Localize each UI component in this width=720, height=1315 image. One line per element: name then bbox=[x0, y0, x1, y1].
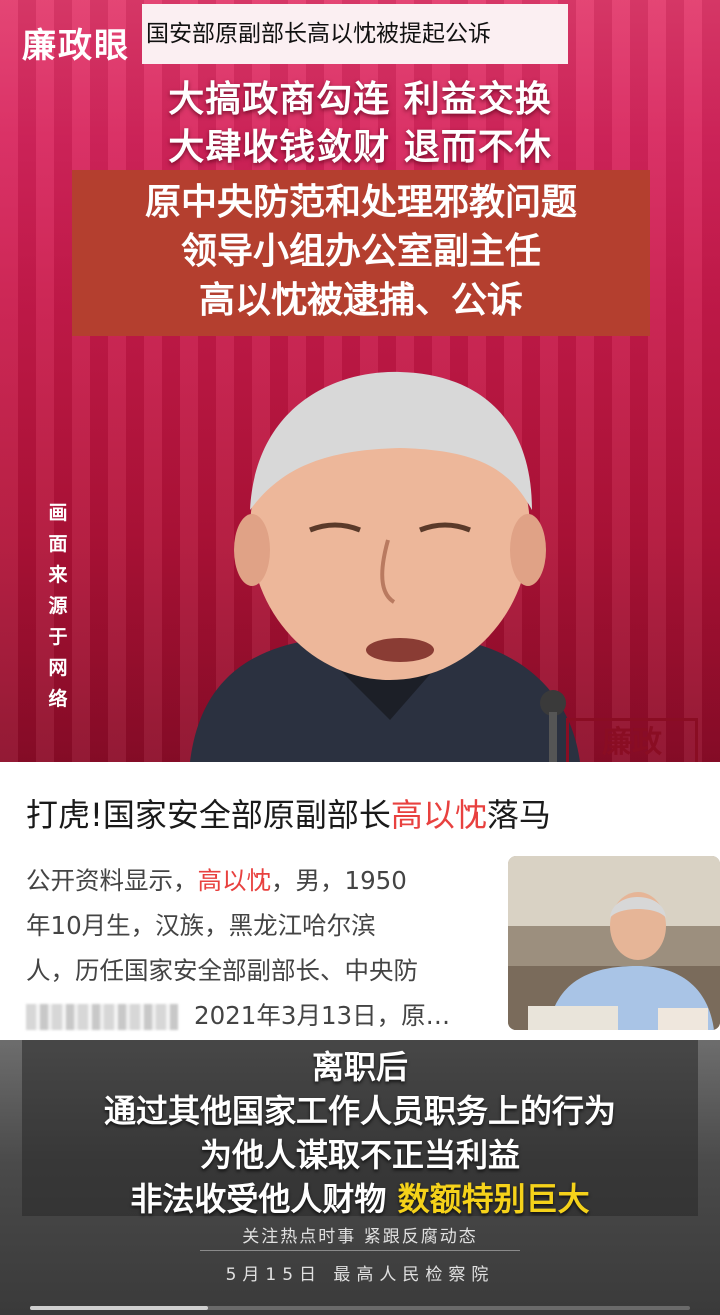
summary-text: ，男，1950 bbox=[271, 866, 407, 895]
headline-line-2: 大肆收钱敛财 退而不休 bbox=[168, 127, 552, 168]
source-note-char: 网 bbox=[48, 657, 68, 679]
tagline: 关注热点时事 紧跟反腐动态 bbox=[242, 1227, 478, 1247]
subtitle-line: 非法收受他人财物 数额特别巨大 bbox=[0, 1174, 720, 1220]
article-title-prefix: 打虎!国家安全部原副部长 bbox=[26, 796, 391, 834]
article-summary: 公开资料显示，高以忱，男，1950 年10月生，汉族，黑龙江哈尔滨 人，历任国家… bbox=[26, 858, 478, 1038]
dateline: 5月15日 最高人民检察院 bbox=[225, 1265, 495, 1285]
summary-text: 2021年3月13日，原… bbox=[194, 1001, 451, 1030]
top-video-frame[interactable]: 廉政眼 大搞政商勾连 利益交换 大肆收钱敛财 退而不休 原中央防范和处理邪教问题… bbox=[0, 0, 720, 762]
article-card[interactable]: 打虎!国家安全部原副部长高以忱落马 公开资料显示，高以忱，男，1950 年10月… bbox=[0, 762, 720, 1040]
article-title[interactable]: 打虎!国家安全部原副部长高以忱落马 bbox=[26, 790, 551, 836]
title-box-line: 原中央防范和处理邪教问题 bbox=[144, 182, 577, 223]
title-box: 原中央防范和处理邪教问题 领导小组办公室副主任 高以忱被逮捕、公诉 bbox=[72, 170, 650, 336]
summary-line: 2021年3月13日，原… bbox=[26, 993, 478, 1038]
video-progress-fill bbox=[30, 1306, 208, 1310]
subtitle-line: 为他人谋取不正当利益 bbox=[199, 1136, 520, 1174]
title-box-line: 领导小组办公室副主任 bbox=[180, 231, 541, 272]
article-thumbnail[interactable] bbox=[508, 856, 720, 1030]
source-note-char: 来 bbox=[48, 564, 68, 586]
subtitle-line: 通过其他国家工作人员职务上的行为 bbox=[103, 1092, 616, 1130]
subtitle-highlight: 数额特别巨大 bbox=[397, 1180, 590, 1218]
source-note-char: 络 bbox=[48, 688, 68, 710]
source-note-char: 画 bbox=[48, 502, 68, 524]
summary-highlight: 高以忱 bbox=[197, 866, 272, 895]
summary-line: 公开资料显示，高以忱，男，1950 bbox=[26, 858, 478, 903]
blurred-text-mask bbox=[26, 1004, 178, 1030]
headline-line-1: 大搞政商勾连 利益交换 bbox=[168, 79, 552, 120]
watermark-stamp: 廉政 bbox=[566, 718, 698, 762]
source-note-char: 源 bbox=[48, 595, 68, 617]
title-box-line: 高以忱被逮捕、公诉 bbox=[198, 280, 523, 321]
source-note-char: 面 bbox=[48, 533, 68, 555]
source-note: 画面来源于网络 bbox=[46, 498, 70, 715]
summary-text: 公开资料显示， bbox=[26, 866, 198, 895]
article-title-highlight: 高以忱 bbox=[390, 796, 487, 834]
thumbnail-photo bbox=[508, 856, 720, 1030]
brand-logo: 廉政眼 bbox=[22, 26, 130, 66]
source-note-char: 于 bbox=[48, 626, 68, 648]
microphone-stand bbox=[549, 712, 557, 762]
subtitle-text: 非法收受他人财物 bbox=[130, 1180, 398, 1218]
subtitle-line: 离职后 bbox=[311, 1048, 408, 1086]
article-title-suffix: 落马 bbox=[486, 796, 551, 834]
divider bbox=[200, 1250, 520, 1251]
summary-line: 年10月生，汉族，黑龙江哈尔滨 bbox=[26, 911, 376, 940]
video-caption-bar: 国安部原副部长高以忱被提起公诉 bbox=[142, 4, 568, 64]
summary-line: 人，历任国家安全部副部长、中央防 bbox=[26, 956, 418, 985]
